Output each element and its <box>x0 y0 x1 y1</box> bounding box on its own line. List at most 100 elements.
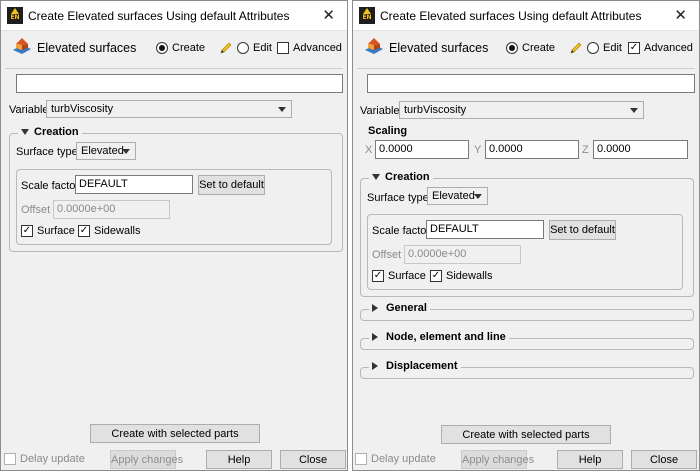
advanced-checkbox[interactable]: ✓ <box>628 42 640 54</box>
name-field[interactable] <box>367 74 695 93</box>
surface-type-label: Surface type <box>16 146 78 158</box>
delay-update-label: Delay update <box>20 453 85 465</box>
pencil-icon <box>220 42 232 54</box>
apply-changes-button: Apply changes <box>461 450 534 469</box>
create-with-selected-parts-button[interactable]: Create with selected parts <box>441 425 611 444</box>
title-bar: EN Create Elevated surfaces Using defaul… <box>1 1 347 31</box>
scaling-title: Scaling <box>368 125 408 137</box>
create-label: Create <box>172 42 206 54</box>
surface-label: Surface <box>388 270 426 282</box>
expand-triangle-icon <box>372 333 378 342</box>
delay-update-checkbox[interactable] <box>4 453 16 465</box>
edit-label: Edit <box>253 42 272 54</box>
collapse-triangle-icon <box>372 174 380 181</box>
expand-triangle-icon <box>372 304 378 313</box>
edit-radio[interactable] <box>587 42 599 54</box>
separator <box>5 68 343 69</box>
scale-z-label: Z <box>582 144 589 156</box>
surface-type-dropdown[interactable]: Elevated <box>76 142 136 160</box>
delay-update-checkbox[interactable] <box>355 453 367 465</box>
chevron-down-icon <box>474 194 482 199</box>
separator <box>357 68 695 69</box>
surface-type-dropdown[interactable]: Elevated <box>427 187 488 205</box>
displacement-title: Displacement <box>386 360 458 372</box>
surface-checkbox[interactable]: ✓ <box>21 225 33 237</box>
scale-factor-input[interactable]: DEFAULT <box>75 175 193 194</box>
variable-value: turbViscosity <box>404 104 467 116</box>
pencil-icon <box>570 42 582 54</box>
general-title: General <box>386 302 427 314</box>
surface-type-value: Elevated <box>432 190 475 202</box>
mode-header: Elevated surfaces Create Edit ✓ Advanced <box>353 33 699 63</box>
surface-type-label: Surface type <box>367 192 429 204</box>
create-label: Create <box>522 42 556 54</box>
scale-factor-label: Scale factor <box>372 225 431 237</box>
edit-label: Edit <box>603 42 622 54</box>
surface-label: Surface <box>37 225 75 237</box>
advanced-label: Advanced <box>644 42 693 54</box>
name-field[interactable] <box>16 74 343 93</box>
apply-changes-button: Apply changes <box>110 450 183 469</box>
advanced-checkbox[interactable] <box>277 42 289 54</box>
sidewalls-label: Sidewalls <box>94 225 141 237</box>
chevron-down-icon <box>630 108 638 113</box>
delay-update-label: Delay update <box>371 453 436 465</box>
chevron-down-icon <box>278 107 286 112</box>
advanced-label: Advanced <box>293 42 342 54</box>
creation-toggle[interactable]: Creation <box>369 171 433 183</box>
close-icon[interactable]: ✕ <box>674 6 687 24</box>
general-toggle[interactable]: General <box>369 302 430 314</box>
scale-factor-label: Scale factor <box>21 180 80 192</box>
create-radio[interactable] <box>506 42 518 54</box>
creation-title: Creation <box>385 171 430 183</box>
create-with-selected-parts-button[interactable]: Create with selected parts <box>90 424 260 443</box>
variable-label: Variable <box>9 104 49 116</box>
window-title: Create Elevated surfaces Using default A… <box>28 9 290 23</box>
create-radio[interactable] <box>156 42 168 54</box>
offset-input: 0.0000e+00 <box>53 200 170 219</box>
set-to-default-button[interactable]: Set to default <box>198 175 265 195</box>
app-logo-icon: EN <box>359 7 375 24</box>
sidewalls-checkbox[interactable]: ✓ <box>78 225 90 237</box>
close-icon[interactable]: ✕ <box>322 6 335 24</box>
close-button[interactable]: Close <box>280 450 346 469</box>
variable-label: Variable <box>360 105 400 117</box>
scale-x-input[interactable]: 0.0000 <box>375 140 469 159</box>
mode-header: Elevated surfaces Create Edit Advanced <box>1 33 347 63</box>
variable-dropdown[interactable]: turbViscosity <box>46 100 292 118</box>
expand-triangle-icon <box>372 362 378 371</box>
scale-x-label: X <box>365 144 373 156</box>
elevated-surface-icon <box>365 38 383 54</box>
surface-checkbox[interactable]: ✓ <box>372 270 384 282</box>
variable-value: turbViscosity <box>51 103 114 115</box>
collapse-triangle-icon <box>21 129 29 136</box>
node-element-line-toggle[interactable]: Node, element and line <box>369 331 509 343</box>
offset-input: 0.0000e+00 <box>404 245 521 264</box>
feature-label: Elevated surfaces <box>37 41 137 55</box>
offset-label: Offset <box>372 249 402 261</box>
creation-toggle[interactable]: Creation <box>18 126 82 138</box>
scale-y-label: Y <box>474 144 482 156</box>
variable-dropdown[interactable]: turbViscosity <box>399 101 644 119</box>
offset-label: Offset <box>21 204 51 216</box>
elevated-surface-icon <box>13 38 31 54</box>
surface-type-value: Elevated <box>81 145 124 157</box>
edit-radio[interactable] <box>237 42 249 54</box>
sidewalls-label: Sidewalls <box>446 270 493 282</box>
close-button[interactable]: Close <box>631 450 697 469</box>
dialog-window-basic: EN Create Elevated surfaces Using defaul… <box>0 0 348 471</box>
sidewalls-checkbox[interactable]: ✓ <box>430 270 442 282</box>
help-button[interactable]: Help <box>206 450 272 469</box>
window-title: Create Elevated surfaces Using default A… <box>380 9 642 23</box>
scale-z-input[interactable]: 0.0000 <box>593 140 688 159</box>
scale-y-input[interactable]: 0.0000 <box>485 140 579 159</box>
chevron-down-icon <box>122 149 130 154</box>
set-to-default-button[interactable]: Set to default <box>549 220 616 240</box>
node-element-line-title: Node, element and line <box>386 331 506 343</box>
feature-label: Elevated surfaces <box>389 41 489 55</box>
help-button[interactable]: Help <box>557 450 623 469</box>
displacement-toggle[interactable]: Displacement <box>369 360 461 372</box>
scale-factor-input[interactable]: DEFAULT <box>426 220 544 239</box>
dialog-window-advanced: EN Create Elevated surfaces Using defaul… <box>352 0 700 471</box>
app-logo-icon: EN <box>7 7 23 24</box>
